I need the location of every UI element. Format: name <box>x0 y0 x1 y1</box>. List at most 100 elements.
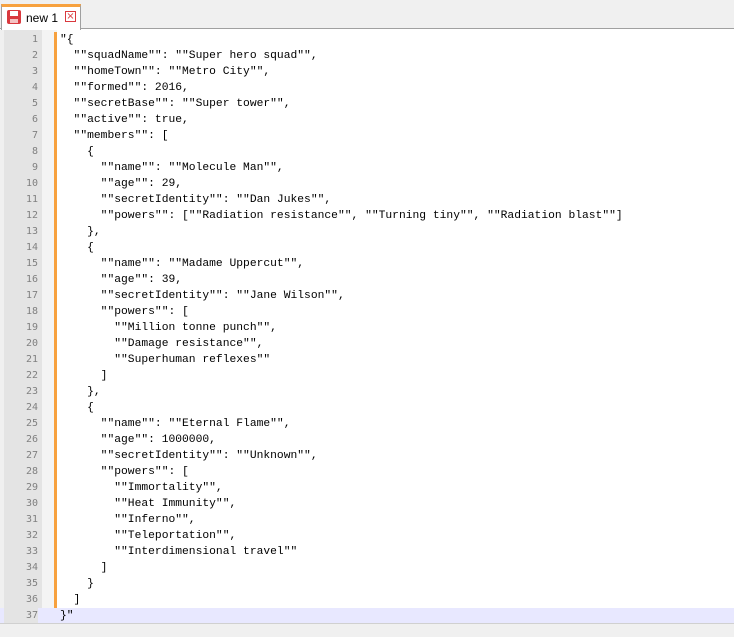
code-line[interactable]: 37}" <box>0 608 734 623</box>
code-line[interactable]: 6 ""active"": true, <box>0 112 734 128</box>
line-number: 20 <box>25 338 38 349</box>
code-line[interactable]: 2 ""squadName"": ""Super hero squad"", <box>0 48 734 64</box>
line-number: 24 <box>25 402 38 413</box>
code-lines: 1 "{2 ""squadName"": ""Super hero squad""… <box>0 32 734 623</box>
code-line[interactable]: 31 ""Inferno"", <box>0 512 734 528</box>
code-line[interactable]: 25 ""name"": ""Eternal Flame"", <box>0 416 734 432</box>
code-line[interactable]: 11 ""secretIdentity"": ""Dan Jukes"", <box>0 192 734 208</box>
code-text: ""Immortality"", <box>60 482 223 494</box>
code-text: ] <box>60 370 108 382</box>
code-text: ""secretIdentity"": ""Unknown"", <box>60 450 318 462</box>
tab-bar: new 1 × <box>0 0 734 30</box>
line-number: 8 <box>31 146 38 157</box>
line-number: 16 <box>25 274 38 285</box>
code-text: ] <box>60 594 81 606</box>
code-line[interactable]: 35 } <box>0 576 734 592</box>
code-text: ""powers"": [ <box>60 466 189 478</box>
line-number: 7 <box>31 130 38 141</box>
code-line[interactable]: 36 ] <box>0 592 734 608</box>
code-line[interactable]: 26 ""age"": 1000000, <box>0 432 734 448</box>
line-number: 22 <box>25 370 38 381</box>
code-text: ""members"": [ <box>60 130 169 142</box>
code-line[interactable]: 9 ""name"": ""Molecule Man"", <box>0 160 734 176</box>
line-number: 37 <box>4 608 38 623</box>
code-text: ""powers"": [""Radiation resistance"", "… <box>60 210 623 222</box>
code-line[interactable]: 10 ""age"": 29, <box>0 176 734 192</box>
line-number: 30 <box>25 498 38 509</box>
code-text: ""age"": 29, <box>60 178 183 190</box>
line-number: 21 <box>25 354 38 365</box>
code-line[interactable]: 1 "{ <box>0 32 734 48</box>
code-line[interactable]: 29 ""Immortality"", <box>0 480 734 496</box>
code-line[interactable]: 15 ""name"": ""Madame Uppercut"", <box>0 256 734 272</box>
code-line[interactable]: 19 ""Million tonne punch"", <box>0 320 734 336</box>
code-text: ""homeTown"": ""Metro City"", <box>60 66 271 78</box>
line-number: 5 <box>31 98 38 109</box>
code-line[interactable]: 23 }, <box>0 384 734 400</box>
code-line[interactable]: 32 ""Teleportation"", <box>0 528 734 544</box>
code-text: { <box>60 402 94 414</box>
tab-new-1[interactable]: new 1 × <box>1 4 81 30</box>
code-text: ""Million tonne punch"", <box>60 322 277 334</box>
line-number: 32 <box>25 530 38 541</box>
code-text: ""age"": 39, <box>60 274 183 286</box>
code-line[interactable]: 20 ""Damage resistance"", <box>0 336 734 352</box>
code-text: ""secretIdentity"": ""Dan Jukes"", <box>60 194 332 206</box>
code-line[interactable]: 22 ] <box>0 368 734 384</box>
code-text: ""name"": ""Eternal Flame"", <box>60 418 291 430</box>
code-text: }, <box>60 386 101 398</box>
code-line[interactable]: 7 ""members"": [ <box>0 128 734 144</box>
line-number: 3 <box>31 66 38 77</box>
code-editor[interactable]: 1 "{2 ""squadName"": ""Super hero squad""… <box>0 30 734 623</box>
code-line[interactable]: 28 ""powers"": [ <box>0 464 734 480</box>
code-text: ""age"": 1000000, <box>60 434 216 446</box>
code-text: { <box>60 242 94 254</box>
code-line[interactable]: 24 { <box>0 400 734 416</box>
line-number: 23 <box>25 386 38 397</box>
code-text: ""name"": ""Molecule Man"", <box>60 162 284 174</box>
line-number: 9 <box>31 162 38 173</box>
code-text: ""Teleportation"", <box>60 530 237 542</box>
line-number: 1 <box>31 34 38 45</box>
line-number: 25 <box>25 418 38 429</box>
save-icon <box>7 10 21 24</box>
line-number: 26 <box>25 434 38 445</box>
line-number: 6 <box>31 114 38 125</box>
code-text: ""name"": ""Madame Uppercut"", <box>60 258 305 270</box>
line-number: 31 <box>25 514 38 525</box>
line-number: 18 <box>25 306 38 317</box>
code-text: ""active"": true, <box>60 114 189 126</box>
code-text: ""squadName"": ""Super hero squad"", <box>60 50 318 62</box>
code-line[interactable]: 30 ""Heat Immunity"", <box>0 496 734 512</box>
code-line[interactable]: 13 }, <box>0 224 734 240</box>
line-number: 35 <box>25 578 38 589</box>
line-number: 4 <box>31 82 38 93</box>
line-number: 33 <box>25 546 38 557</box>
code-line[interactable]: 27 ""secretIdentity"": ""Unknown"", <box>0 448 734 464</box>
code-line[interactable]: 21 ""Superhuman reflexes"" <box>0 352 734 368</box>
code-line[interactable]: 5 ""secretBase"": ""Super tower"", <box>0 96 734 112</box>
bottom-area <box>0 623 734 637</box>
code-line[interactable]: 14 { <box>0 240 734 256</box>
code-text: ""powers"": [ <box>60 306 189 318</box>
code-line[interactable]: 16 ""age"": 39, <box>0 272 734 288</box>
code-line[interactable]: 12 ""powers"": [""Radiation resistance""… <box>0 208 734 224</box>
line-number: 2 <box>31 50 38 61</box>
code-text: } <box>60 578 94 590</box>
code-text: ""formed"": 2016, <box>60 82 189 94</box>
code-line[interactable]: 33 ""Interdimensional travel"" <box>0 544 734 560</box>
line-number: 27 <box>25 450 38 461</box>
line-number: 12 <box>25 210 38 221</box>
code-line[interactable]: 3 ""homeTown"": ""Metro City"", <box>0 64 734 80</box>
code-line[interactable]: 34 ] <box>0 560 734 576</box>
code-text: ""secretBase"": ""Super tower"", <box>60 98 291 110</box>
line-number: 13 <box>25 226 38 237</box>
code-text: ""Superhuman reflexes"" <box>60 354 271 366</box>
code-line[interactable]: 17 ""secretIdentity"": ""Jane Wilson"", <box>0 288 734 304</box>
code-text: ""Interdimensional travel"" <box>60 546 298 558</box>
code-line[interactable]: 4 ""formed"": 2016, <box>0 80 734 96</box>
code-line[interactable]: 18 ""powers"": [ <box>0 304 734 320</box>
code-line[interactable]: 8 { <box>0 144 734 160</box>
code-text: ] <box>60 562 108 574</box>
close-icon[interactable]: × <box>65 11 76 22</box>
